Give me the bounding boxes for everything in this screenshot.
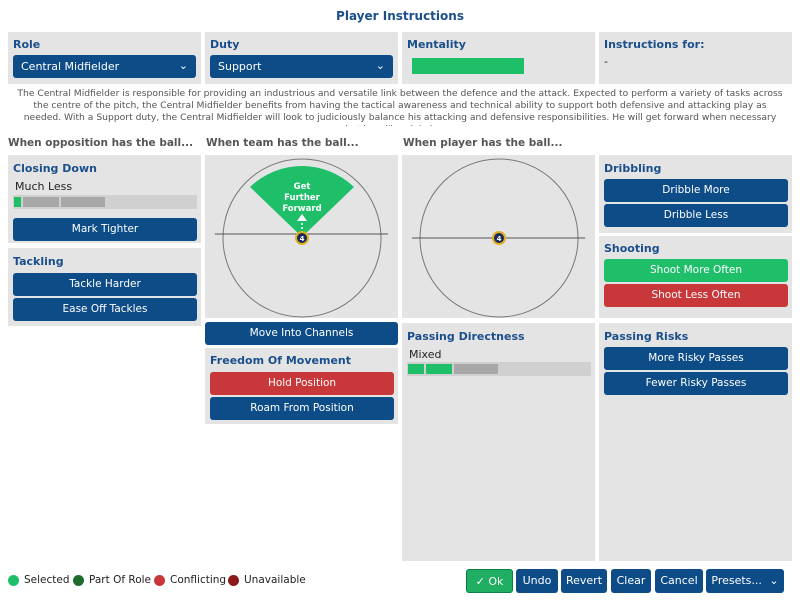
closing-down-value: Much Less <box>15 180 73 193</box>
shooting-title: Shooting <box>604 242 660 255</box>
legend-label: Conflicting <box>170 574 227 586</box>
shooting-panel: Shooting Shoot More Often Shoot Less Oft… <box>599 236 792 318</box>
dribble-more-button[interactable]: Dribble More <box>604 179 788 202</box>
passing-directness-value: Mixed <box>409 348 442 361</box>
dribbling-title: Dribbling <box>604 162 662 175</box>
tackle-harder-button[interactable]: Tackle Harder <box>13 273 197 296</box>
passing-directness-panel: Passing Directness Mixed <box>402 323 595 561</box>
move-into-channels-button[interactable]: Move Into Channels <box>205 322 398 345</box>
duty-value: Support <box>218 60 262 73</box>
fewer-risky-passes-button[interactable]: Fewer Risky Passes <box>604 372 788 395</box>
closing-down-panel: Closing Down Much Less Mark Tighter <box>8 155 201 243</box>
arrow-label-line: Get <box>294 182 311 192</box>
team-ball-pitch: Get Further Forward 4 <box>205 155 398 318</box>
clear-button[interactable]: Clear <box>611 569 651 593</box>
section-team-ball: When team has the ball... <box>206 137 359 149</box>
freedom-title: Freedom Of Movement <box>210 354 351 367</box>
legend-dot <box>228 574 239 586</box>
legend-conflicting: Conflicting <box>154 574 226 586</box>
tackling-panel: Tackling Tackle Harder Ease Off Tackles <box>8 248 201 326</box>
duty-label: Duty <box>210 38 240 51</box>
instructions-for-value: - <box>604 55 608 68</box>
revert-button[interactable]: Revert <box>561 569 607 593</box>
role-description: The Central Midfielder is responsible fo… <box>17 88 783 126</box>
pitch-diagram: Get Further Forward 4 <box>215 158 388 318</box>
section-player-ball: When player has the ball... <box>403 137 563 149</box>
legend-selected: Selected <box>8 574 70 586</box>
closing-down-slider[interactable] <box>13 195 197 209</box>
slider-segment <box>14 197 21 207</box>
ease-off-tackles-button[interactable]: Ease Off Tackles <box>13 298 197 321</box>
duty-panel: Duty Support ⌄ <box>205 32 398 84</box>
undo-button[interactable]: Undo <box>516 569 558 593</box>
slider-segment <box>23 197 59 207</box>
section-opposition-ball: When opposition has the ball... <box>8 137 194 149</box>
presets-button[interactable]: Presets... ⌄ <box>706 569 784 593</box>
shoot-less-often-button[interactable]: Shoot Less Often <box>604 284 788 307</box>
legend-dot <box>154 574 165 586</box>
arrow-label-line: Forward <box>282 204 321 214</box>
slider-segment <box>61 197 105 207</box>
arrow-label-line: Further <box>284 193 321 203</box>
chevron-down-icon: ⌄ <box>375 59 385 72</box>
tackling-title: Tackling <box>13 255 64 268</box>
legend-part-of-role: Part Of Role <box>73 574 151 586</box>
duty-dropdown[interactable]: Support ⌄ <box>210 55 393 78</box>
role-dropdown[interactable]: Central Midfielder ⌄ <box>13 55 196 78</box>
role-value: Central Midfielder <box>21 60 120 73</box>
legend-dot <box>73 574 84 586</box>
passing-directness-title: Passing Directness <box>407 330 525 343</box>
mentality-bar <box>412 58 524 74</box>
hold-position-button[interactable]: Hold Position <box>210 372 394 395</box>
passing-risks-panel: Passing Risks More Risky Passes Fewer Ri… <box>599 323 792 561</box>
role-panel: Role Central Midfielder ⌄ <box>8 32 201 84</box>
check-icon: ✓ <box>475 575 485 588</box>
player-ball-pitch: 4 <box>402 155 595 318</box>
passing-risks-title: Passing Risks <box>604 330 689 343</box>
slider-segment <box>454 364 498 374</box>
player-number: 4 <box>300 235 305 243</box>
mark-tighter-button[interactable]: Mark Tighter <box>13 218 197 241</box>
legend-dot <box>8 574 19 586</box>
mentality-label: Mentality <box>407 38 466 51</box>
ok-label: Ok <box>488 575 504 588</box>
cancel-button[interactable]: Cancel <box>655 569 703 593</box>
dribble-less-button[interactable]: Dribble Less <box>604 204 788 227</box>
legend-unavailable: Unavailable <box>228 574 306 586</box>
instructions-for-panel: Instructions for: - <box>599 32 792 84</box>
chevron-down-icon: ⌄ <box>769 574 779 587</box>
legend-label: Part Of Role <box>89 574 151 586</box>
player-number: 4 <box>497 235 502 243</box>
freedom-of-movement-panel: Freedom Of Movement Hold Position Roam F… <box>205 348 398 424</box>
slider-segment <box>426 364 452 374</box>
roam-from-position-button[interactable]: Roam From Position <box>210 397 394 420</box>
dialog-title: Player Instructions <box>336 9 464 23</box>
legend-label: Unavailable <box>244 574 306 586</box>
closing-down-title: Closing Down <box>13 162 97 175</box>
shoot-more-often-button[interactable]: Shoot More Often <box>604 259 788 282</box>
dribbling-panel: Dribbling Dribble More Dribble Less <box>599 155 792 233</box>
mentality-panel: Mentality <box>402 32 595 84</box>
chevron-down-icon: ⌄ <box>178 59 188 72</box>
presets-label: Presets... <box>711 574 762 587</box>
pitch-diagram: 4 <box>412 158 585 318</box>
slider-segment <box>408 364 424 374</box>
more-risky-passes-button[interactable]: More Risky Passes <box>604 347 788 370</box>
ok-button[interactable]: ✓ Ok <box>466 569 513 593</box>
legend-label: Selected <box>24 574 70 586</box>
instructions-for-label: Instructions for: <box>604 38 705 51</box>
passing-directness-slider[interactable] <box>407 362 591 376</box>
role-label: Role <box>13 38 41 51</box>
